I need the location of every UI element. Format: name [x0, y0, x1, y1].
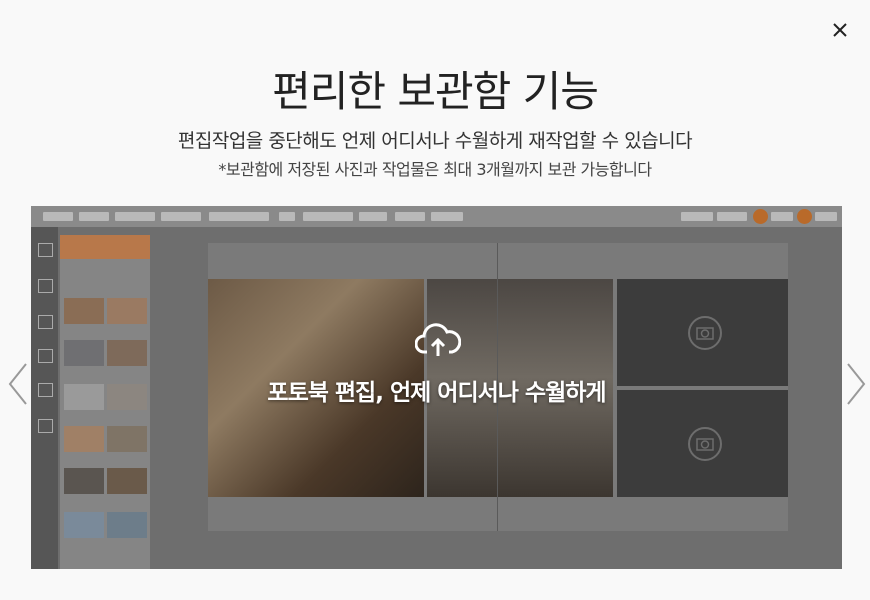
page-subtitle: 편집작업을 중단해도 언제 어디서나 수월하게 재작업할 수 있습니다	[177, 130, 693, 152]
prev-slide-button[interactable]	[4, 360, 34, 408]
storage-note: *보관함에 저장된 사진과 작업물은 최대 3개월까지 보관 가능합니다	[218, 160, 652, 179]
cloud-upload-icon	[415, 323, 461, 356]
overlay-caption: 포토북 편집, 언제 어디서나 수월하게	[267, 380, 606, 406]
chevron-right-icon	[847, 363, 866, 405]
editor-toolbar	[31, 206, 842, 227]
close-icon	[833, 23, 847, 37]
editor-preview: 포토북 편집, 언제 어디서나 수월하게	[31, 206, 842, 569]
empty-photo-slot	[617, 279, 788, 386]
photo-panel-tab	[60, 235, 150, 259]
next-slide-button[interactable]	[840, 360, 870, 408]
page-title: 편리한 보관함 기능	[272, 67, 599, 116]
close-button[interactable]	[826, 18, 854, 42]
camera-icon	[696, 438, 714, 451]
chevron-left-icon	[8, 363, 27, 405]
camera-icon	[696, 327, 714, 340]
